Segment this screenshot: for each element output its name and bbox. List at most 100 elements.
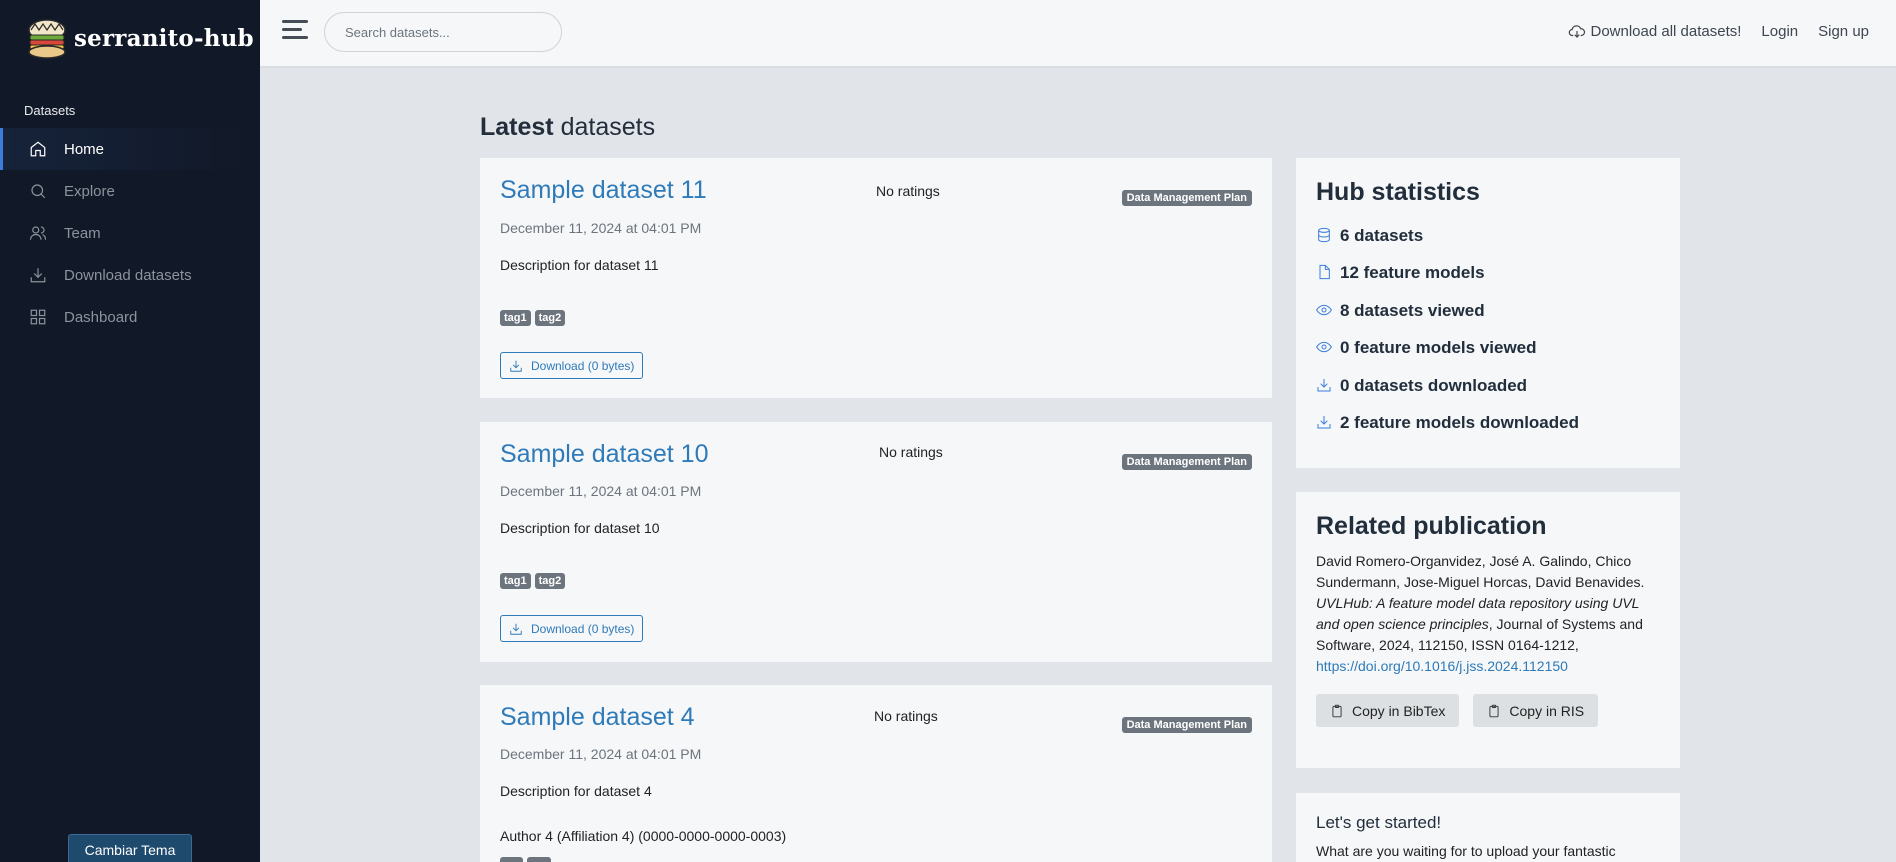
- stat-text: 8 datasets viewed: [1340, 300, 1485, 320]
- users-icon: [28, 223, 48, 243]
- dataset-description: Description for dataset 10: [500, 520, 660, 536]
- dataset-card: Sample dataset 10 No ratings Data Manage…: [480, 422, 1272, 662]
- brand-name: serranito-hub: [74, 24, 254, 52]
- publication-title: Related publication: [1316, 512, 1547, 540]
- publication-doi-link[interactable]: https://doi.org/10.1016/j.jss.2024.11215…: [1316, 658, 1568, 674]
- stat-datasets: 6 datasets: [1316, 217, 1660, 255]
- download-icon: [28, 265, 48, 285]
- stat-feature-models-viewed: 0 feature models viewed: [1316, 330, 1660, 368]
- nav-links: Download all datasets! Login Sign up: [1568, 22, 1869, 40]
- page-title: Latest datasets: [480, 113, 656, 141]
- related-publication-card: Related publication David Romero-Organvi…: [1296, 492, 1680, 768]
- sidebar-item-explore[interactable]: Explore: [0, 170, 260, 212]
- stat-datasets-downloaded: 0 datasets downloaded: [1316, 367, 1660, 405]
- copy-bibtex-label: Copy in BibTex: [1352, 702, 1446, 719]
- signup-link[interactable]: Sign up: [1818, 23, 1869, 40]
- stat-text: 0 feature models viewed: [1340, 338, 1537, 358]
- dmp-badge: Data Management Plan: [1121, 717, 1252, 733]
- tag-badge[interactable]: tag2: [534, 573, 566, 589]
- sidebar-item-label: Dashboard: [64, 308, 138, 326]
- get-started-title: Let's get started!: [1316, 813, 1442, 832]
- sidebar-item-label: Download datasets: [64, 266, 192, 284]
- stat-text: 2 feature models downloaded: [1340, 413, 1579, 433]
- download-icon: [510, 360, 522, 372]
- tag-list: tag1 tag2: [500, 573, 569, 589]
- copy-actions: Copy in BibTex Copy in RIS: [1316, 694, 1660, 727]
- menu-toggle-icon[interactable]: [282, 20, 308, 42]
- stat-feature-models-downloaded: 2 feature models downloaded: [1316, 405, 1660, 443]
- hub-statistics-title: Hub statistics: [1316, 178, 1480, 206]
- cloud-download-icon: [1569, 25, 1586, 38]
- top-navbar: Download all datasets! Login Sign up: [260, 0, 1896, 66]
- dataset-date: December 11, 2024 at 04:01 PM: [500, 483, 702, 499]
- sidebar-item-label: Home: [64, 140, 105, 158]
- download-dataset-button[interactable]: Download (0 bytes): [500, 352, 644, 379]
- copy-ris-label: Copy in RIS: [1509, 702, 1585, 719]
- database-icon: [1316, 227, 1334, 245]
- hub-statistics-card: Hub statistics 6 datasets 12 feature mod…: [1296, 158, 1680, 468]
- home-icon: [28, 139, 48, 159]
- search-input[interactable]: [324, 12, 562, 52]
- stat-text: 6 datasets: [1340, 225, 1424, 245]
- publication-citation: David Romero-Organvidez, José A. Galindo…: [1316, 551, 1660, 677]
- grid-icon: [28, 307, 48, 327]
- get-started-text: What are you waiting for to upload your …: [1316, 843, 1616, 859]
- eye-icon: [1316, 339, 1334, 357]
- sidebar-header: Datasets: [24, 103, 76, 118]
- search-icon: [28, 181, 48, 201]
- sidebar-item-dashboard[interactable]: Dashboard: [0, 296, 260, 338]
- sidebar-item-label: Explore: [64, 182, 115, 200]
- file-icon: [1316, 264, 1334, 282]
- tag-badge[interactable]: tag1: [500, 310, 531, 326]
- dataset-title-link[interactable]: Sample dataset 10: [500, 440, 708, 469]
- brand[interactable]: serranito-hub: [26, 16, 254, 60]
- sidebar-item-label: Team: [64, 224, 101, 242]
- stats-list: 6 datasets 12 feature models 8 datasets …: [1316, 217, 1660, 442]
- stat-datasets-viewed: 8 datasets viewed: [1316, 292, 1660, 330]
- dataset-rating: No ratings: [876, 183, 940, 199]
- eye-icon: [1316, 302, 1334, 320]
- download-all-link[interactable]: Download all datasets!: [1568, 22, 1741, 40]
- download-all-label: Download all datasets!: [1590, 22, 1742, 40]
- theme-toggle-button[interactable]: Cambiar Tema: [68, 834, 192, 862]
- dataset-rating: No ratings: [874, 708, 938, 724]
- sidebar: serranito-hub Datasets Home Explore Team…: [0, 0, 260, 862]
- tag-badge[interactable]: tag2: [534, 310, 566, 326]
- stat-feature-models: 12 feature models: [1316, 255, 1660, 293]
- login-link[interactable]: Login: [1761, 23, 1798, 40]
- tag-badge[interactable]: [500, 857, 524, 862]
- dataset-rating: No ratings: [879, 444, 943, 460]
- sidebar-item-team[interactable]: Team: [0, 212, 260, 254]
- download-icon: [1316, 377, 1334, 395]
- get-started-card: Let's get started! What are you waiting …: [1296, 793, 1680, 862]
- sidebar-nav: Home Explore Team Download datasets Dash…: [0, 128, 260, 338]
- download-label: Download (0 bytes): [531, 358, 635, 373]
- dataset-date: December 11, 2024 at 04:01 PM: [500, 220, 702, 236]
- clipboard-icon: [1332, 704, 1342, 717]
- download-label: Download (0 bytes): [531, 621, 635, 636]
- sidebar-item-download-datasets[interactable]: Download datasets: [0, 254, 260, 296]
- download-icon: [1316, 414, 1334, 432]
- dataset-card: Sample dataset 4 No ratings Data Managem…: [480, 685, 1272, 862]
- clipboard-icon: [1489, 704, 1499, 717]
- dataset-card: Sample dataset 11 No ratings Data Manage…: [480, 158, 1272, 398]
- publication-authors: David Romero-Organvidez, José A. Galindo…: [1316, 553, 1645, 590]
- copy-bibtex-button[interactable]: Copy in BibTex: [1316, 694, 1460, 727]
- stat-text: 12 feature models: [1340, 263, 1485, 283]
- download-dataset-button[interactable]: Download (0 bytes): [500, 615, 644, 642]
- dataset-author: Author 4 (Affiliation 4) (0000-0000-0000…: [500, 828, 787, 844]
- stat-text: 0 datasets downloaded: [1340, 375, 1528, 395]
- dataset-description: Description for dataset 4: [500, 783, 652, 799]
- dmp-badge: Data Management Plan: [1121, 454, 1252, 470]
- dataset-description: Description for dataset 11: [500, 257, 659, 273]
- dataset-title-link[interactable]: Sample dataset 11: [500, 176, 707, 205]
- dataset-title-link[interactable]: Sample dataset 4: [500, 703, 695, 732]
- sidebar-item-home[interactable]: Home: [0, 128, 260, 170]
- download-icon: [510, 623, 522, 635]
- dmp-badge: Data Management Plan: [1121, 190, 1252, 206]
- copy-ris-button[interactable]: Copy in RIS: [1473, 694, 1599, 727]
- sandwich-logo-icon: [28, 19, 66, 59]
- tag-badge[interactable]: [527, 857, 551, 862]
- tag-badge[interactable]: tag1: [500, 573, 531, 589]
- tag-list: tag1 tag2: [500, 310, 569, 326]
